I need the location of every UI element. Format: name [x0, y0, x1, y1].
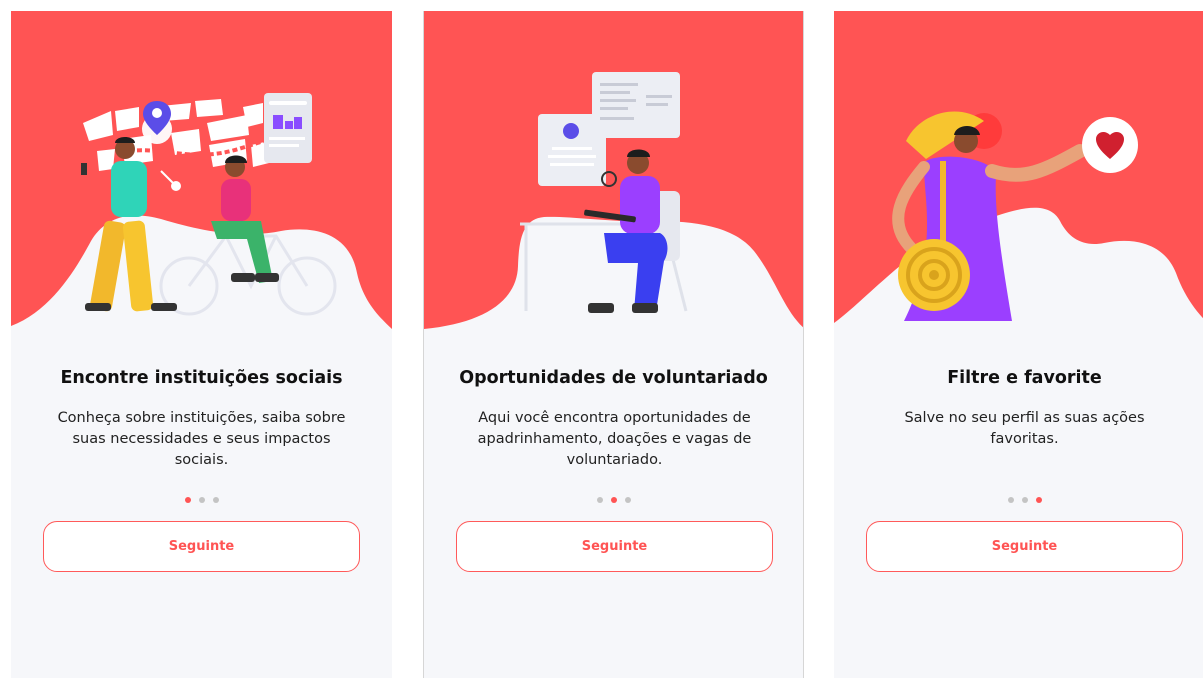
pagination-dot-2[interactable] — [198, 497, 205, 503]
pagination-dots — [424, 497, 803, 503]
pagination-dot-3[interactable] — [1035, 497, 1042, 503]
screen-description: Conheça sobre instituições, saiba sobre … — [57, 410, 346, 468]
pagination-dot-3[interactable] — [212, 497, 219, 503]
location-pin-icon — [142, 101, 172, 144]
screen-description: Salve no seu perfil as suas ações favori… — [904, 410, 1145, 447]
pagination-dot-1[interactable] — [596, 497, 603, 503]
hero-illustration-map-cyclist — [11, 11, 392, 329]
onboarding-screen-1: Encontre instituições sociais Conheça so… — [11, 11, 392, 678]
screen-title: Filtre e favorite — [947, 368, 1102, 388]
pagination-dot-3[interactable] — [624, 497, 631, 503]
pagination-dot-2[interactable] — [610, 497, 617, 503]
text-document-graphic — [592, 72, 680, 138]
screen-description: Aqui você encontra oportunidades de apad… — [477, 410, 752, 468]
pagination-dot-1[interactable] — [184, 497, 191, 503]
tablet-graphic — [264, 93, 312, 163]
pagination-dot-1[interactable] — [1007, 497, 1014, 503]
pagination-dot-2[interactable] — [1021, 497, 1028, 503]
onboarding-screen-3: Filtre e favorite Salve no seu perfil as… — [834, 11, 1203, 678]
screen-title: Oportunidades de voluntariado — [459, 368, 768, 388]
onboarding-screen-2: Oportunidades de voluntariado Aqui você … — [423, 11, 804, 678]
screen-title: Encontre instituições sociais — [60, 368, 343, 388]
hero-illustration-desk — [424, 11, 803, 329]
next-button[interactable]: Seguinte — [43, 521, 360, 572]
heart-icon — [1082, 117, 1138, 173]
hero-illustration-favorite — [834, 11, 1203, 323]
pagination-dots — [11, 497, 392, 503]
next-button[interactable]: Seguinte — [866, 521, 1183, 572]
next-button[interactable]: Seguinte — [456, 521, 773, 572]
pagination-dots — [834, 497, 1203, 503]
